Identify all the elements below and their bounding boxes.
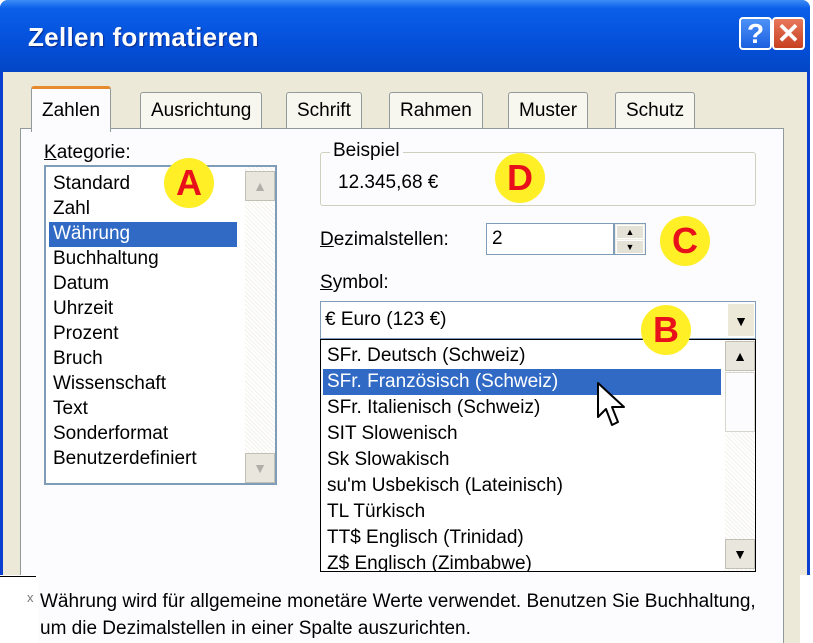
category-item-uhrzeit[interactable]: Uhrzeit: [49, 297, 237, 322]
scroll-up-icon[interactable]: ▲: [245, 171, 275, 201]
tab-zahlen[interactable]: Zahlen: [31, 86, 112, 132]
decimals-stepper[interactable]: ▲ ▼: [614, 223, 646, 255]
spin-down-icon[interactable]: ▼: [616, 240, 644, 254]
symbol-option[interactable]: Sk Slowakisch: [323, 447, 721, 473]
annotation-badge-b: B: [641, 305, 691, 355]
tab-label: Schutz: [626, 100, 685, 121]
scroll-thumb[interactable]: [725, 372, 755, 432]
outside-text: x: [27, 590, 34, 605]
symbol-dropdown-list[interactable]: SFr. Deutsch (Schweiz) SFr. Französisch …: [320, 339, 756, 572]
outside-area: [0, 575, 38, 643]
divider: [0, 576, 36, 577]
category-item-prozent[interactable]: Prozent: [49, 322, 237, 347]
tab-schrift[interactable]: Schrift: [286, 92, 362, 130]
window-title: Zellen formatieren: [28, 22, 259, 52]
tab-label: Schrift: [297, 100, 351, 121]
category-description: Währung wird für allgemeine monetäre Wer…: [40, 591, 756, 639]
symbol-option[interactable]: TL Türkisch: [323, 499, 721, 525]
tab-label: Muster: [519, 100, 578, 121]
mouse-pointer-icon: [597, 382, 625, 426]
symbol-option[interactable]: TT$ Englisch (Trinidad): [323, 525, 721, 551]
chevron-down-icon[interactable]: ▼: [727, 303, 755, 337]
symbol-option[interactable]: Z$ Englisch (Zimbabwe): [323, 551, 721, 571]
scroll-down-icon[interactable]: ▼: [245, 453, 275, 483]
scroll-down-icon[interactable]: ▼: [725, 539, 755, 569]
category-scrollbar[interactable]: ▲ ▼: [245, 167, 275, 483]
category-item-sonderformat[interactable]: Sonderformat: [49, 422, 237, 447]
category-item-zahl[interactable]: Zahl: [49, 197, 237, 222]
category-list[interactable]: Standard Zahl Währung Buchhaltung Datum …: [44, 165, 277, 485]
symbol-select-value: € Euro (123 €): [325, 309, 447, 330]
category-item-text[interactable]: Text: [49, 397, 237, 422]
spin-up-icon[interactable]: ▲: [616, 225, 644, 239]
category-item-datum[interactable]: Datum: [49, 272, 237, 297]
decimals-label: Dezimalstellen:: [320, 229, 449, 250]
annotation-badge-c: C: [660, 216, 710, 266]
close-button[interactable]: ✕: [772, 17, 805, 50]
category-item-wissenschaft[interactable]: Wissenschaft: [49, 372, 237, 397]
help-button[interactable]: ?: [739, 17, 772, 50]
symbol-option[interactable]: su'm Usbekisch (Lateinisch): [323, 473, 721, 499]
symbol-option[interactable]: SFr. Italienisch (Schweiz): [323, 395, 721, 421]
category-item-benutzerdefiniert[interactable]: Benutzerdefiniert: [49, 447, 237, 472]
category-item-waehrung[interactable]: Währung: [49, 222, 237, 247]
symbol-option-highlighted[interactable]: SFr. Französisch (Schweiz): [323, 369, 721, 395]
tab-label: Ausrichtung: [151, 100, 252, 121]
symbol-list-scrollbar[interactable]: ▲ ▼: [725, 340, 755, 571]
symbol-label: Symbol:: [320, 272, 389, 293]
tab-ausrichtung[interactable]: Ausrichtung: [140, 92, 263, 130]
tab-schutz[interactable]: Schutz: [615, 92, 696, 130]
title-bar[interactable]: Zellen formatieren ? ✕: [0, 0, 810, 72]
decimals-input[interactable]: 2: [486, 223, 614, 255]
tab-label: Zahlen: [42, 100, 101, 121]
category-label: Kategorie:: [44, 142, 131, 163]
annotation-badge-a: A: [164, 158, 214, 208]
category-item-bruch[interactable]: Bruch: [49, 347, 237, 372]
sample-value: 12.345,68 €: [338, 172, 439, 193]
annotation-badge-d: D: [495, 153, 545, 203]
category-item-buchhaltung[interactable]: Buchhaltung: [49, 247, 237, 272]
tab-muster[interactable]: Muster: [508, 92, 589, 130]
sample-caption: Beispiel: [330, 140, 403, 162]
tab-label: Rahmen: [400, 100, 472, 121]
symbol-option[interactable]: SIT Slowenisch: [323, 421, 721, 447]
tab-rahmen[interactable]: Rahmen: [389, 92, 483, 130]
outside-area: [800, 575, 813, 643]
scroll-up-icon[interactable]: ▲: [725, 341, 755, 371]
